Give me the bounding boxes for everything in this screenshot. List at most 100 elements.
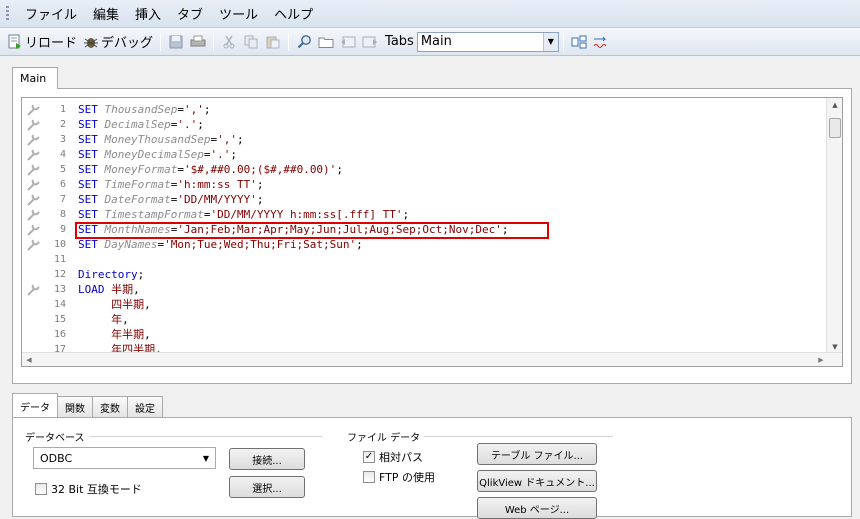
code-token: DayNames xyxy=(104,238,158,251)
line-code: SET DateFormat='DD/MM/YYYY'; xyxy=(78,192,263,207)
file-data-group-label: ファイル データ xyxy=(347,429,425,444)
menu-tools[interactable]: ツール xyxy=(211,1,266,26)
wrench-icon xyxy=(27,104,40,116)
line-code: SET ThousandSep=','; xyxy=(78,102,210,117)
code-token: ',' xyxy=(217,133,237,146)
scroll-right-icon[interactable]: ▶ xyxy=(814,353,828,366)
line-code: SET DecimalSep='.'; xyxy=(78,117,204,132)
relative-path-checkbox[interactable]: ✓ 相対パス xyxy=(363,449,423,465)
script-line[interactable]: 11 xyxy=(22,252,820,267)
code-token: DateFormat xyxy=(104,193,171,206)
code-token: MoneyDecimalSep xyxy=(104,148,204,161)
toolbar: リロード デバッグ Tabs Main ▼ xyxy=(0,28,860,56)
ftp-checkbox[interactable]: FTP の使用 xyxy=(363,469,435,485)
reload-label: リロード xyxy=(25,36,78,51)
tab-left-icon[interactable] xyxy=(339,33,357,51)
line-code: 年半期, xyxy=(78,327,151,342)
connect-button[interactable]: 接続... xyxy=(229,448,305,470)
tab-select-value: Main xyxy=(420,34,452,49)
wrench-icon xyxy=(27,284,40,296)
tab-functions[interactable]: 関数 xyxy=(57,396,93,417)
code-token: 年半期 xyxy=(111,328,145,341)
line-number: 4 xyxy=(59,149,66,160)
select-button[interactable]: 選択... xyxy=(229,476,305,498)
print-icon[interactable] xyxy=(189,33,207,51)
checkbox-box[interactable] xyxy=(35,483,47,495)
web-page-button[interactable]: Web ページ... xyxy=(477,497,597,519)
script-line[interactable]: 12 Directory; xyxy=(22,267,820,282)
table-file-button[interactable]: テーブル ファイル... xyxy=(477,443,597,465)
bottom-tab-strip: データ 関数 変数 設定 xyxy=(12,393,163,417)
tab-variables[interactable]: 変数 xyxy=(92,396,128,417)
vertical-scrollbar[interactable]: ▲ ▼ xyxy=(826,98,842,354)
horizontal-scrollbar[interactable]: ◀ ▶ xyxy=(22,352,842,366)
script-line[interactable]: 16 年半期, xyxy=(22,327,820,342)
menu-help[interactable]: ヘルプ xyxy=(266,1,321,26)
debug-button[interactable]: デバッグ xyxy=(80,31,156,53)
checkbox-box[interactable] xyxy=(363,471,375,483)
chevron-down-icon[interactable]: ▼ xyxy=(542,32,558,51)
script-line[interactable]: 15 年, xyxy=(22,312,820,327)
code-token: SET xyxy=(78,118,105,131)
menu-edit[interactable]: 編集 xyxy=(85,1,127,26)
script-line[interactable]: 8 SET TimestampFormat='DD/MM/YYYY h:mm:ss… xyxy=(22,207,820,222)
scroll-thumb[interactable] xyxy=(829,118,841,138)
menu-insert[interactable]: 挿入 xyxy=(127,1,169,26)
ftp-label: FTP の使用 xyxy=(379,471,435,484)
chevron-down-icon[interactable]: ▼ xyxy=(203,454,209,463)
code-token: = xyxy=(177,103,184,116)
script-line[interactable]: 2 SET DecimalSep='.'; xyxy=(22,117,820,132)
script-line[interactable]: 13 LOAD 半期, xyxy=(22,282,820,297)
database-combo-value: ODBC xyxy=(40,451,73,465)
tab-data[interactable]: データ xyxy=(12,393,58,417)
script-line[interactable]: 7 SET DateFormat='DD/MM/YYYY'; xyxy=(22,192,820,207)
search-icon[interactable] xyxy=(295,33,313,51)
code-token: '$#,##0.00;($#,##0.00)' xyxy=(183,163,337,176)
paste-icon[interactable] xyxy=(264,33,282,51)
copy-icon[interactable] xyxy=(242,33,260,51)
script-line[interactable]: 1 SET ThousandSep=','; xyxy=(22,102,820,117)
script-line[interactable]: 10 SET DayNames='Mon;Tue;Wed;Thu;Fri;Sat;… xyxy=(22,237,820,252)
insert-script-icon[interactable] xyxy=(570,33,588,51)
tab-main[interactable]: Main xyxy=(12,67,58,89)
script-panel: 1 SET ThousandSep=','; 2 SET DecimalSep='.'… xyxy=(12,88,852,384)
cut-icon[interactable] xyxy=(220,33,238,51)
code-token: MoneyThousandSep xyxy=(104,133,211,146)
checkbox-box[interactable]: ✓ xyxy=(363,451,375,463)
script-editor[interactable]: 1 SET ThousandSep=','; 2 SET DecimalSep='.'… xyxy=(21,97,843,367)
scroll-up-icon[interactable]: ▲ xyxy=(827,98,842,112)
line-code: SET TimestampFormat='DD/MM/YYYY h:mm:ss[… xyxy=(78,207,409,222)
line-code: SET DayNames='Mon;Tue;Wed;Thu;Fri;Sat;Su… xyxy=(78,237,363,252)
tab-settings[interactable]: 設定 xyxy=(127,396,163,417)
line-code: SET MoneyFormat='$#,##0.00;($#,##0.00)'; xyxy=(78,162,343,177)
code-token: ThousandSep xyxy=(104,103,178,116)
scroll-left-icon[interactable]: ◀ xyxy=(22,353,36,366)
reload-button[interactable]: リロード xyxy=(4,31,80,53)
code-token: ; xyxy=(236,133,244,146)
tab-select[interactable]: Main ▼ xyxy=(416,31,559,52)
syntax-check-icon[interactable] xyxy=(592,33,610,51)
code-token: '.' xyxy=(210,148,231,161)
tab-right-icon[interactable] xyxy=(361,33,379,51)
qlikview-document-button[interactable]: QlikView ドキュメント... xyxy=(477,470,597,492)
folder-icon[interactable] xyxy=(317,33,335,51)
menu-bar: ファイル 編集 挿入 タブ ツール ヘルプ xyxy=(0,0,860,28)
line-number: 6 xyxy=(59,179,66,190)
wrench-icon xyxy=(27,224,40,236)
script-line[interactable]: 14 四半期, xyxy=(22,297,820,312)
code-token: SET xyxy=(78,163,105,176)
save-icon[interactable] xyxy=(167,33,185,51)
wrench-icon xyxy=(27,179,40,191)
script-line[interactable]: 6 SET TimeFormat='h:mm:ss TT'; xyxy=(22,177,820,192)
database-combo[interactable]: ODBC ▼ xyxy=(33,447,216,469)
code-token: DecimalSep xyxy=(104,118,171,131)
script-line[interactable]: 4 SET MoneyDecimalSep='.'; xyxy=(22,147,820,162)
script-line[interactable]: 3 SET MoneyThousandSep=','; xyxy=(22,132,820,147)
menu-file[interactable]: ファイル xyxy=(17,1,85,26)
script-line[interactable]: 5 SET MoneyFormat='$#,##0.00;($#,##0.00)'… xyxy=(22,162,820,177)
compat-mode-checkbox[interactable]: 32 Bit 互換モード xyxy=(35,481,142,497)
menu-tab[interactable]: タブ xyxy=(169,1,211,26)
wrench-icon xyxy=(27,149,40,161)
